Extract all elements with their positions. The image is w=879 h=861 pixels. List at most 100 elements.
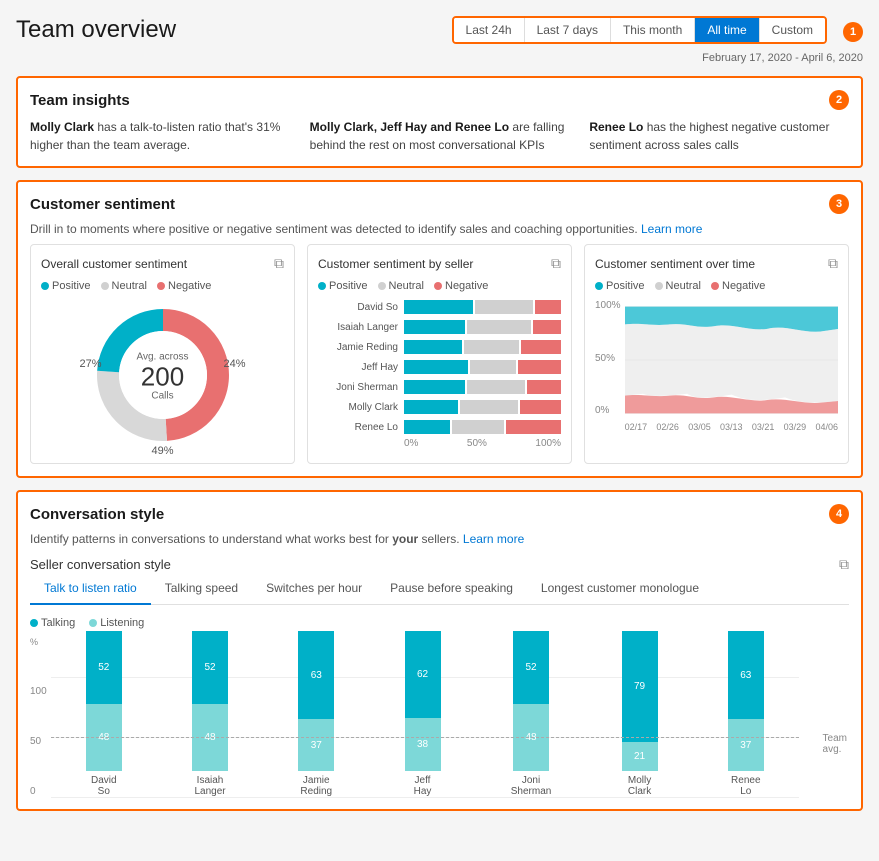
tab-talking-speed[interactable]: Talking speed [151,573,252,605]
neutral-dot [101,282,109,290]
positive-dot [41,282,49,290]
legend-negative: Negative [157,280,211,292]
bars-container: Teamavg. 52 48 DavidSo [51,657,799,797]
step-1-badge: 1 [843,22,863,42]
tab-switches[interactable]: Switches per hour [252,573,376,605]
overall-sentiment-panel: Overall customer sentiment ⧉ Positive Ne… [30,244,295,464]
header: Team overview Last 24h Last 7 days This … [16,16,863,64]
pct-positive: 24% [223,358,245,370]
sentiment-subtitle: Drill in to moments where positive or ne… [30,222,849,236]
bars-legend: Talking Listening [30,617,849,629]
molly-label: MollyClark [628,775,651,797]
seller-row-renee: Renee Lo [318,420,561,434]
bar-molly: 79 21 MollyClark [622,631,658,797]
team-insights-header: Team insights 2 [30,90,849,110]
conversation-style-section: Conversation style 4 Identify patterns i… [16,490,863,811]
seller-row-molly: Molly Clark [318,400,561,414]
bar-isaiah: 52 48 IsaiahLanger [192,631,228,797]
sentiment-learn-more[interactable]: Learn more [641,222,702,236]
step-2-badge: 2 [829,90,849,110]
over-time-title: Customer sentiment over time ⧉ [595,255,838,272]
insights-grid: Molly Clark has a talk-to-listen ratio t… [30,118,849,154]
copy-time-icon[interactable]: ⧉ [828,255,838,272]
david-label: DavidSo [91,775,117,797]
copy-conv-icon[interactable]: ⧉ [839,556,849,573]
step-4-badge: 4 [829,504,849,524]
insight-3-bold: Renee Lo [589,120,643,134]
over-time-legend: Positive Neutral Negative [595,280,838,292]
copy-overall-icon[interactable]: ⧉ [274,255,284,272]
insight-2: Molly Clark, Jeff Hay and Renee Lo are f… [310,118,570,154]
insight-2-bold: Molly Clark, Jeff Hay and Renee Lo [310,120,509,134]
david-talking: 52 [86,631,122,704]
team-insights-section: Team insights 2 Molly Clark has a talk-t… [16,76,863,168]
sentiment-charts: Overall customer sentiment ⧉ Positive Ne… [30,244,849,464]
isaiah-label: IsaiahLanger [194,775,225,797]
team-avg-label: Teamavg. [823,733,847,755]
calls-count: 200 [136,362,188,391]
seller-legend-positive: Positive [318,280,368,292]
team-insights-title: Team insights [30,92,130,109]
conv-learn-more[interactable]: Learn more [463,532,524,546]
time-btn-alltime[interactable]: All time [695,18,759,42]
bar-chart-area: % 100 50 0 Teamavg. [30,637,849,797]
tab-talk-listen[interactable]: Talk to listen ratio [30,573,151,605]
negative-dot [157,282,165,290]
sentiment-header: Customer sentiment 3 [30,194,849,214]
pct-neutral: 27% [80,358,102,370]
customer-sentiment-section: Customer sentiment 3 Drill in to moments… [16,180,863,478]
area-chart-svg [625,300,838,420]
jeff-label: JeffHay [414,775,432,797]
overall-sentiment-title: Overall customer sentiment ⧉ [41,255,284,272]
joni-label: JoniSherman [511,775,552,797]
seller-bars: David So Isaiah Langer [318,300,561,434]
time-btn-thismonth[interactable]: This month [611,18,695,42]
tab-monologue[interactable]: Longest customer monologue [527,573,713,605]
overall-legend: Positive Neutral Negative [41,280,284,292]
seller-legend-negative: Negative [434,280,488,292]
conv-style-subtitle: Identify patterns in conversations to un… [30,532,849,546]
legend-positive: Positive [41,280,91,292]
legend-neutral: Neutral [101,280,147,292]
insight-1: Molly Clark has a talk-to-listen ratio t… [30,118,290,154]
sentiment-title: Customer sentiment [30,196,175,213]
tab-bar: Talk to listen ratio Talking speed Switc… [30,573,849,605]
by-seller-title: Customer sentiment by seller ⧉ [318,255,561,272]
page: Team overview Last 24h Last 7 days This … [0,0,879,861]
bar-jeff: 62 38 JeffHay [405,631,441,797]
time-filter: Last 24h Last 7 days This month All time… [452,16,827,44]
y-axis: % 100 50 0 [30,637,47,797]
date-range: February 17, 2020 - April 6, 2020 [702,52,863,64]
header-controls: Last 24h Last 7 days This month All time… [452,16,863,64]
time-btn-custom[interactable]: Custom [760,18,825,42]
insight-1-bold: Molly Clark [30,120,94,134]
insight-3: Renee Lo has the highest negative custom… [589,118,849,154]
conv-style-title: Conversation style [30,506,164,523]
renee-label: ReneeLo [731,775,760,797]
copy-seller-icon[interactable]: ⧉ [551,255,561,272]
page-title: Team overview [16,16,176,44]
step-3-badge: 3 [829,194,849,214]
donut-center: Avg. across 200 Calls [136,351,188,402]
bar-jamie: 63 37 JamieReding [298,631,334,797]
seller-legend-neutral: Neutral [378,280,424,292]
seller-row-davidso: David So [318,300,561,314]
tab-pause[interactable]: Pause before speaking [376,573,527,605]
sellers-bars-row: 52 48 DavidSo 52 48 IsaiahLanger [51,657,799,797]
time-btn-last24h[interactable]: Last 24h [454,18,525,42]
calls-label: Calls [136,391,188,402]
panel-header-row: Seller conversation style ⧉ [30,556,849,573]
over-time-panel: Customer sentiment over time ⧉ Positive … [584,244,849,464]
seller-row-isaiah: Isaiah Langer [318,320,561,334]
panel-title: Seller conversation style [30,557,171,572]
by-seller-panel: Customer sentiment by seller ⧉ Positive … [307,244,572,464]
time-btn-last7days[interactable]: Last 7 days [525,18,611,42]
seller-row-jamie: Jamie Reding [318,340,561,354]
by-seller-legend: Positive Neutral Negative [318,280,561,292]
jamie-label: JamieReding [300,775,332,797]
bar-renee: 63 37 ReneeLo [728,631,764,797]
conv-style-header: Conversation style 4 [30,504,849,524]
team-avg-line [51,737,799,738]
bar-david-so: 52 48 DavidSo [86,631,122,797]
seller-row-joni: Joni Sherman [318,380,561,394]
